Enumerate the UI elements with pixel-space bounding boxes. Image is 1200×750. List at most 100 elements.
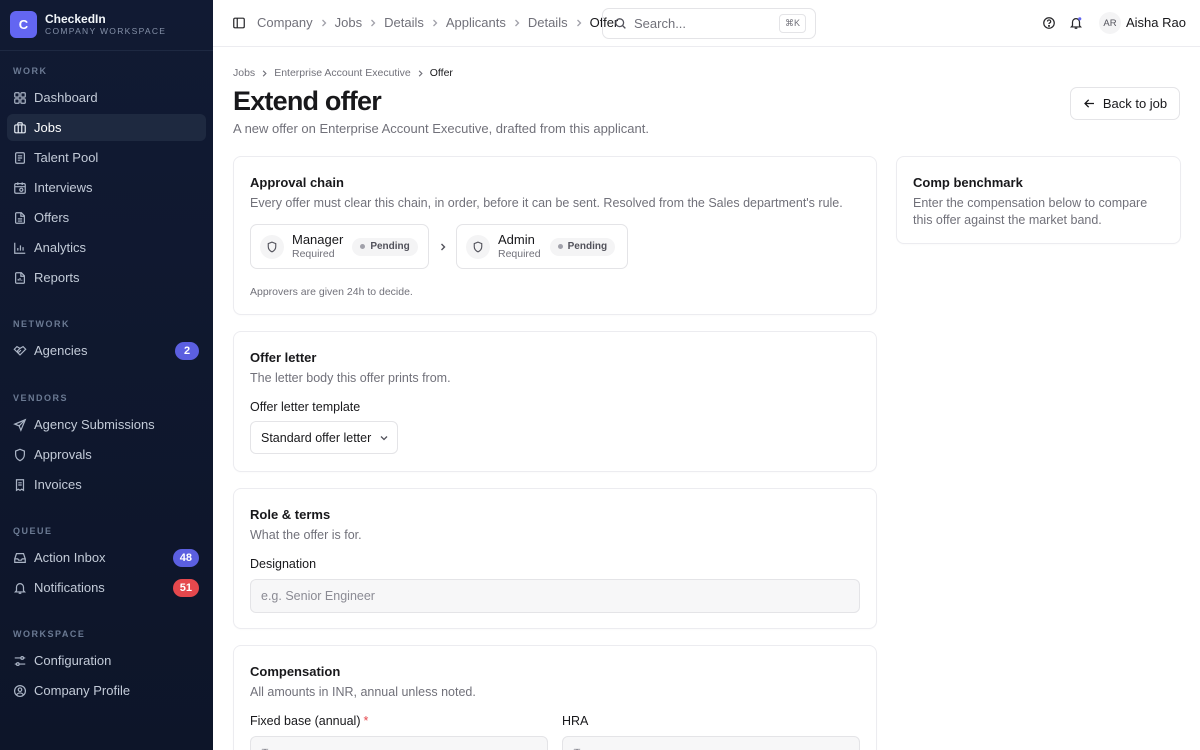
- currency-prefix: ₹: [261, 746, 269, 750]
- calendar-icon: [14, 181, 26, 194]
- sidebar-item-interviews[interactable]: Interviews: [7, 174, 206, 201]
- chevron-right-icon: [441, 243, 446, 251]
- sidebar-toggle-icon[interactable]: [232, 16, 246, 30]
- sidebar-item-agencies[interactable]: Agencies 2: [7, 337, 206, 364]
- status-label: Pending: [370, 241, 410, 252]
- designation-input[interactable]: [250, 579, 860, 613]
- compensation-description: All amounts in INR, annual unless noted.: [250, 685, 476, 699]
- breadcrumb-item[interactable]: Details: [528, 15, 568, 30]
- sidebar-item-company-profile[interactable]: Company Profile: [7, 677, 206, 704]
- sidebar-item-label: Company Profile: [34, 683, 131, 698]
- breadcrumb-item[interactable]: Jobs: [335, 15, 362, 30]
- chevron-down-icon: [380, 435, 388, 440]
- shield-icon: [267, 241, 277, 253]
- search-input[interactable]: [634, 16, 774, 31]
- section-queue: QUEUE: [13, 526, 53, 536]
- sidebar-item-offers[interactable]: Offers: [7, 204, 206, 231]
- sidebar-item-label: Approvals: [34, 447, 92, 462]
- chevron-right-icon: [371, 19, 376, 26]
- sidebar-item-configuration[interactable]: Configuration: [7, 647, 206, 674]
- briefcase-icon: [14, 121, 26, 133]
- role-terms-title: Role & terms: [250, 507, 331, 522]
- sidebar-item-label: Configuration: [34, 653, 112, 668]
- sidebar-divider: [0, 50, 213, 51]
- comp-benchmark-title: Comp benchmark: [913, 175, 1023, 190]
- approver-avatar: [260, 234, 284, 259]
- breadcrumb-item[interactable]: Company: [257, 15, 313, 30]
- sidebar-item-notifications[interactable]: Notifications 51: [7, 574, 206, 601]
- section-workspace: WORKSPACE: [13, 629, 86, 639]
- approver-requirement: Required: [292, 248, 335, 260]
- brand-name: CheckedIn: [45, 12, 106, 26]
- sidebar-item-label: Talent Pool: [34, 150, 99, 165]
- top-bar: Company Jobs Details Applicants Details …: [213, 0, 1200, 47]
- sliders-icon: [14, 655, 26, 666]
- chevron-right-icon: [262, 69, 267, 77]
- inbox-icon: [14, 552, 26, 563]
- breadcrumb-item[interactable]: Details: [384, 15, 424, 30]
- grid-icon: [14, 91, 26, 104]
- approver-requirement: Required: [498, 248, 541, 260]
- sidebar-item-reports[interactable]: Reports: [7, 264, 206, 291]
- sidebar-item-agency-submissions[interactable]: Agency Submissions: [7, 411, 206, 438]
- breadcrumb-item[interactable]: Enterprise Account Executive: [274, 67, 411, 79]
- role-terms-description: What the offer is for.: [250, 528, 362, 542]
- search-box[interactable]: ⌘K: [602, 8, 816, 39]
- comp-benchmark-description: Enter the compensation below to compare …: [913, 196, 1148, 227]
- bell-icon: [14, 582, 26, 594]
- section-network: NETWORK: [13, 319, 70, 329]
- section-work: WORK: [13, 66, 48, 76]
- back-to-job-button[interactable]: Back to job: [1070, 87, 1180, 120]
- section-vendors: VENDORS: [13, 393, 69, 403]
- help-icon[interactable]: [1042, 16, 1056, 30]
- approval-chain-description: Every offer must clear this chain, in or…: [250, 196, 843, 210]
- offer-letter-title: Offer letter: [250, 350, 317, 365]
- sidebar-item-label: Action Inbox: [34, 550, 106, 565]
- sidebar-item-label: Agency Submissions: [34, 417, 155, 432]
- sidebar-item-analytics[interactable]: Analytics: [7, 234, 206, 261]
- compensation-card: Compensation All amounts in INR, annual …: [233, 645, 877, 750]
- search-icon: [615, 18, 626, 29]
- agencies-count-badge: 2: [175, 341, 199, 360]
- report-icon: [15, 271, 25, 284]
- required-mark: *: [363, 714, 369, 728]
- sidebar-item-jobs[interactable]: Jobs: [7, 114, 206, 141]
- user-circle-icon: [13, 684, 27, 697]
- shield-icon: [473, 241, 483, 253]
- breadcrumb-item[interactable]: Applicants: [446, 15, 506, 30]
- offer-letter-template-select[interactable]: Standard offer letter: [250, 421, 398, 454]
- status-badge: Pending: [549, 237, 616, 256]
- chevron-right-icon: [514, 19, 520, 26]
- sidebar-item-invoices[interactable]: Invoices: [7, 471, 206, 498]
- hra-input[interactable]: ₹: [562, 736, 860, 750]
- hra-label: HRA: [562, 714, 589, 728]
- breadcrumb-item[interactable]: Jobs: [233, 67, 255, 79]
- sidebar-item-talent-pool[interactable]: Talent Pool: [7, 144, 206, 171]
- approver-name: Manager: [292, 232, 344, 247]
- sidebar-item-label: Dashboard: [34, 90, 98, 105]
- status-dot: [360, 244, 366, 249]
- main-content: Jobs Enterprise Account Executive Offer …: [213, 47, 1200, 750]
- chevron-right-icon: [321, 19, 327, 26]
- status-badge: Pending: [352, 237, 418, 256]
- sidebar-item-approvals[interactable]: Approvals: [7, 441, 206, 468]
- shield-icon: [15, 448, 25, 461]
- bell-icon[interactable]: [1069, 16, 1083, 30]
- notifications-count-badge: 51: [172, 578, 199, 597]
- sidebar-item-label: Agencies: [34, 343, 88, 358]
- sidebar-item-dashboard[interactable]: Dashboard: [7, 84, 206, 111]
- document-icon: [15, 151, 25, 164]
- sidebar-item-label: Interviews: [34, 180, 93, 195]
- sidebar-item-label: Reports: [34, 270, 80, 285]
- offer-letter-description: The letter body this offer prints from.: [250, 371, 451, 385]
- send-icon: [13, 418, 27, 432]
- page-breadcrumb: Jobs Enterprise Account Executive Offer: [233, 67, 453, 79]
- comp-benchmark-card: Comp benchmark Enter the compensation be…: [896, 156, 1181, 244]
- sidebar-item-action-inbox[interactable]: Action Inbox 48: [7, 544, 206, 571]
- user-name[interactable]: Aisha Rao: [1126, 15, 1186, 30]
- page-title: Extend offer: [233, 86, 382, 116]
- fixed-base-input[interactable]: ₹: [250, 736, 548, 750]
- chevron-right-icon: [418, 69, 423, 77]
- avatar[interactable]: AR: [1099, 12, 1121, 34]
- brand[interactable]: C CheckedIn COMPANY WORKSPACE: [10, 11, 166, 38]
